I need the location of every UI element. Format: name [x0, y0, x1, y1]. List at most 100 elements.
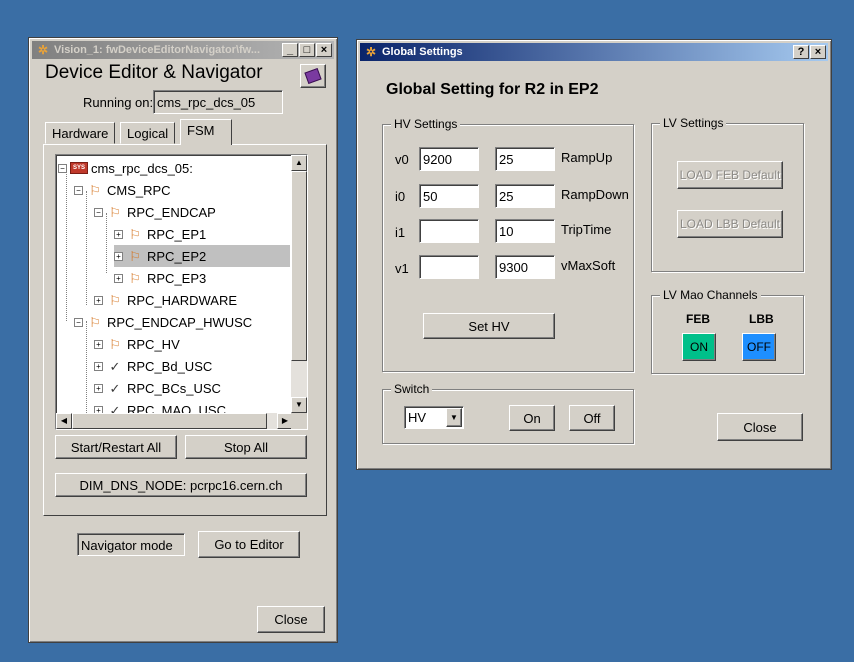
fsm-node-icon: ⚐ [109, 292, 121, 308]
stop-all-button[interactable]: Stop All [185, 435, 307, 459]
load-lbb-default-button[interactable]: LOAD LBB Default [677, 210, 783, 238]
go-to-editor-button[interactable]: Go to Editor [198, 531, 300, 558]
triptime-input[interactable]: 10 [495, 219, 555, 243]
chevron-down-icon[interactable]: ▼ [446, 408, 462, 427]
device-unit-icon: ✓ [109, 358, 121, 374]
scroll-thumb[interactable] [291, 171, 307, 361]
fsm-node-icon: ⚐ [89, 314, 101, 330]
device-editor-navigator-window: ✲ Vision_1: fwDeviceEditorNavigator\fw..… [28, 37, 338, 643]
tree-node-label: cms_rpc_dcs_05: [91, 160, 193, 176]
start-restart-all-button[interactable]: Start/Restart All [55, 435, 177, 459]
feb-label: FEB [686, 312, 710, 326]
tree-node-rpc-endcap-hwusc[interactable]: − ⚐ RPC_ENDCAP_HWUSC [74, 311, 252, 333]
tree-node-rpc-ep1[interactable]: + ⚐ RPC_EP1 [114, 223, 206, 245]
tree-node-label: RPC_HARDWARE [127, 292, 238, 308]
close-window-button[interactable]: × [810, 45, 826, 59]
switch-label: Switch [391, 382, 433, 396]
tree-node-label: RPC_EP2 [147, 248, 207, 264]
global-settings-title: Global Settings [382, 46, 463, 58]
tree-node-label: CMS_RPC [107, 182, 171, 198]
tree-node-rpc-hv[interactable]: + ⚐ RPC_HV [94, 333, 180, 355]
switch-off-button[interactable]: Off [569, 405, 615, 431]
collapse-icon[interactable]: − [74, 185, 83, 195]
hv-settings-label: HV Settings [391, 117, 461, 131]
set-hv-button[interactable]: Set HV [423, 313, 555, 339]
triptime-label: TripTime [561, 222, 612, 237]
help-book-button[interactable] [300, 64, 326, 88]
tree-node-system[interactable]: − SYS cms_rpc_dcs_05: [58, 157, 193, 179]
tree-node-cms-rpc[interactable]: − ⚐ CMS_RPC [74, 179, 171, 201]
tree-node-label: RPC_EP1 [147, 226, 207, 242]
scroll-left-icon[interactable]: ◀ [56, 413, 72, 429]
scroll-thumb[interactable] [72, 413, 267, 429]
expand-icon[interactable]: + [94, 295, 103, 305]
feb-state-button[interactable]: ON [682, 333, 716, 361]
app-gear-icon: ✲ [365, 45, 377, 59]
i1-input[interactable] [419, 219, 479, 243]
i0-input[interactable]: 50 [419, 184, 479, 208]
help-button[interactable]: ? [793, 45, 809, 59]
lv-mao-channels-group: LV Mao Channels FEB LBB ON OFF [651, 288, 804, 374]
lv-mao-channels-label: LV Mao Channels [660, 288, 761, 302]
minimize-button[interactable]: _ [282, 43, 298, 57]
collapse-icon[interactable]: − [58, 163, 67, 173]
collapse-icon[interactable]: − [94, 207, 103, 217]
navigator-title: Vision_1: fwDeviceEditorNavigator\fw... [54, 44, 260, 56]
tree-horizontal-scrollbar[interactable]: ◀ ▶ [56, 413, 293, 429]
rampdown-input[interactable]: 25 [495, 184, 555, 208]
tree-node-rpc-bd-usc[interactable]: + ✓ RPC_Bd_USC [94, 355, 212, 377]
tree-node-rpc-bcs-usc[interactable]: + ✓ RPC_BCs_USC [94, 377, 221, 399]
navigator-close-button[interactable]: Close [257, 606, 325, 633]
tree-node-rpc-ep3[interactable]: + ⚐ RPC_EP3 [114, 267, 206, 289]
vmaxsoft-input[interactable]: 9300 [495, 255, 555, 279]
global-settings-close-button[interactable]: Close [717, 413, 803, 441]
tree-node-rpc-ep2[interactable]: + ⚐ RPC_EP2 [114, 245, 290, 267]
expand-icon[interactable]: + [94, 383, 103, 393]
navigator-titlebar[interactable]: ✲ Vision_1: fwDeviceEditorNavigator\fw..… [32, 41, 334, 59]
navigator-heading: Device Editor & Navigator [45, 62, 263, 83]
scroll-up-icon[interactable]: ▲ [291, 155, 307, 171]
switch-on-button[interactable]: On [509, 405, 555, 431]
fsm-tree-view[interactable]: − SYS cms_rpc_dcs_05: − ⚐ CMS_RPC − ⚐ RP… [55, 154, 308, 430]
scroll-down-icon[interactable]: ▼ [291, 397, 307, 413]
expand-icon[interactable]: + [94, 339, 103, 349]
v0-input[interactable]: 9200 [419, 147, 479, 171]
global-settings-titlebar[interactable]: ✲ Global Settings ? × [360, 43, 828, 61]
i0-label: i0 [395, 189, 406, 204]
i1-label: i1 [395, 225, 406, 240]
collapse-icon[interactable]: − [74, 317, 83, 327]
switch-select[interactable]: HV ▼ [404, 406, 464, 429]
vmaxsoft-label: vMaxSoft [561, 258, 616, 273]
expand-icon[interactable]: + [114, 251, 123, 261]
maximize-button[interactable]: □ [299, 43, 315, 57]
tree-node-label: RPC_EP3 [147, 270, 207, 286]
expand-icon[interactable]: + [114, 229, 123, 239]
tree-node-rpc-endcap[interactable]: − ⚐ RPC_ENDCAP [94, 201, 216, 223]
lbb-state-button[interactable]: OFF [742, 333, 776, 361]
tab-fsm[interactable]: FSM [180, 119, 232, 145]
switch-group: Switch HV ▼ On Off [382, 382, 634, 444]
tree-node-label: RPC_ENDCAP_HWUSC [107, 314, 253, 330]
v1-input[interactable] [419, 255, 479, 279]
tree-node-label: RPC_BCs_USC [127, 380, 221, 396]
expand-icon[interactable]: + [114, 273, 123, 283]
rampup-input[interactable]: 25 [495, 147, 555, 171]
device-unit-icon: ✓ [109, 380, 121, 396]
expand-icon[interactable]: + [94, 361, 103, 371]
fsm-node-icon: ⚐ [129, 270, 141, 286]
running-on-label: Running on: [83, 95, 154, 110]
tree-node-rpc-hardware[interactable]: + ⚐ RPC_HARDWARE [94, 289, 237, 311]
tree-node-label: RPC_HV [127, 336, 180, 352]
lv-settings-label: LV Settings [660, 116, 727, 130]
close-window-button[interactable]: × [316, 43, 332, 57]
tree-vertical-scrollbar[interactable]: ▲ ▼ [291, 155, 307, 413]
tab-logical[interactable]: Logical [120, 122, 176, 144]
dim-dns-node-button[interactable]: DIM_DNS_NODE: pcrpc16.cern.ch [55, 473, 307, 497]
tab-hardware[interactable]: Hardware [45, 122, 116, 144]
load-feb-default-button[interactable]: LOAD FEB Default [677, 161, 783, 189]
fsm-node-icon: ⚐ [89, 182, 101, 198]
hv-settings-group: HV Settings v0 9200 25 RampUp i0 50 25 R… [382, 117, 634, 372]
global-settings-heading: Global Setting for R2 in EP2 [386, 81, 599, 98]
rampdown-label: RampDown [561, 187, 629, 202]
v1-label: v1 [395, 261, 409, 276]
